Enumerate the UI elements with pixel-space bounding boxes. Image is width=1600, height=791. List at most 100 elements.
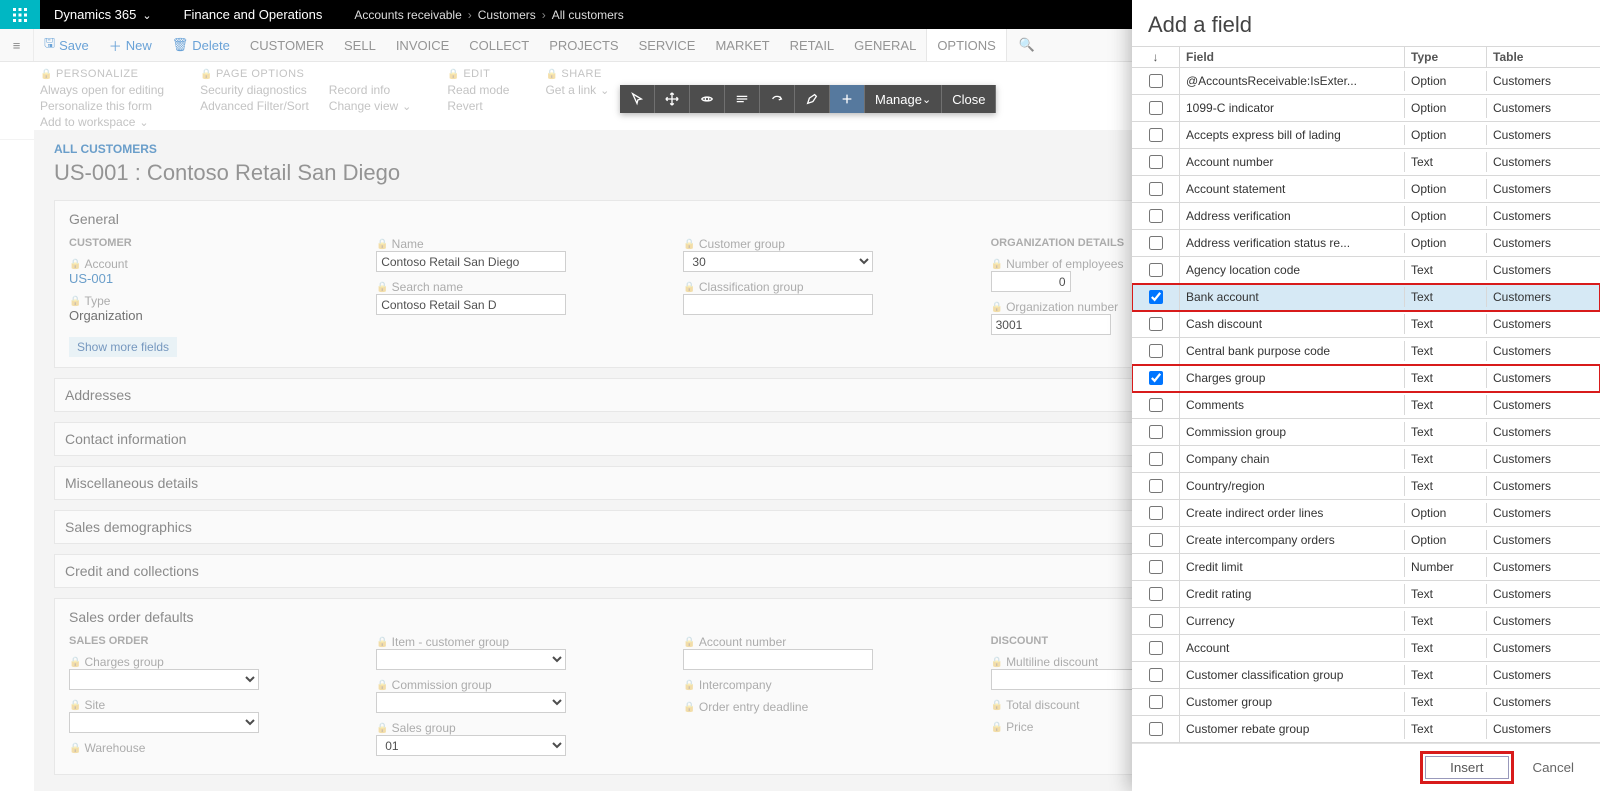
grid-row[interactable]: Country/regionTextCustomers [1132,473,1600,500]
grid-row[interactable]: Create intercompany ordersOptionCustomer… [1132,527,1600,554]
grid-row[interactable]: AccountTextCustomers [1132,635,1600,662]
row-checkbox[interactable] [1149,101,1163,115]
row-field: Cash discount [1180,314,1405,334]
col-table[interactable]: Table [1487,47,1600,67]
row-table: Customers [1487,179,1600,199]
grid-row[interactable]: Bank accountTextCustomers [1132,284,1600,311]
grid-row[interactable]: Customer groupTextCustomers [1132,689,1600,716]
row-table: Customers [1487,341,1600,361]
grid-row[interactable]: Account statementOptionCustomers [1132,176,1600,203]
grid-row[interactable]: Agency location codeTextCustomers [1132,257,1600,284]
row-type: Text [1405,368,1487,388]
row-table: Customers [1487,449,1600,469]
row-checkbox[interactable] [1149,290,1163,304]
row-checkbox[interactable] [1149,587,1163,601]
insert-button[interactable]: Insert [1425,756,1508,779]
row-checkbox[interactable] [1149,668,1163,682]
cancel-button[interactable]: Cancel [1523,754,1585,781]
row-type: Text [1405,638,1487,658]
row-checkbox[interactable] [1149,560,1163,574]
grid-row[interactable]: Account numberTextCustomers [1132,149,1600,176]
row-field: Address verification [1180,206,1405,226]
row-checkbox[interactable] [1149,506,1163,520]
row-table: Customers [1487,665,1600,685]
grid-header: ↓ Field Type Table [1132,46,1600,68]
row-table: Customers [1487,476,1600,496]
row-checkbox[interactable] [1149,452,1163,466]
row-checkbox[interactable] [1149,425,1163,439]
row-checkbox[interactable] [1149,344,1163,358]
row-checkbox[interactable] [1149,479,1163,493]
row-type: Text [1405,719,1487,739]
grid-row[interactable]: Customer rebate groupTextCustomers [1132,716,1600,743]
row-checkbox[interactable] [1149,236,1163,250]
grid-row[interactable]: CurrencyTextCustomers [1132,608,1600,635]
row-checkbox[interactable] [1149,533,1163,547]
row-checkbox[interactable] [1149,263,1163,277]
row-checkbox[interactable] [1149,641,1163,655]
row-field: Account statement [1180,179,1405,199]
row-checkbox[interactable] [1149,398,1163,412]
grid-row[interactable]: Accepts express bill of ladingOptionCust… [1132,122,1600,149]
grid-row[interactable]: Address verification status re...OptionC… [1132,230,1600,257]
row-checkbox[interactable] [1149,128,1163,142]
row-checkbox[interactable] [1149,722,1163,736]
row-type: Option [1405,71,1487,91]
grid-row[interactable]: @AccountsReceivable:IsExter...OptionCust… [1132,68,1600,95]
row-type: Text [1405,152,1487,172]
row-type: Option [1405,206,1487,226]
row-table: Customers [1487,71,1600,91]
row-checkbox[interactable] [1149,209,1163,223]
grid-body[interactable]: @AccountsReceivable:IsExter...OptionCust… [1132,68,1600,743]
row-table: Customers [1487,287,1600,307]
grid-row[interactable]: Charges groupTextCustomers [1132,365,1600,392]
module-label[interactable]: Finance and Operations [166,7,341,22]
grid-row[interactable]: Company chainTextCustomers [1132,446,1600,473]
row-table: Customers [1487,314,1600,334]
grid-row[interactable]: Create indirect order linesOptionCustome… [1132,500,1600,527]
row-checkbox[interactable] [1149,371,1163,385]
breadcrumb: Accounts receivable› Customers› All cust… [340,8,637,22]
brand-menu[interactable]: Dynamics 365 ⌄ [40,7,166,22]
grid-row[interactable]: Cash discountTextCustomers [1132,311,1600,338]
row-field: Country/region [1180,476,1405,496]
flyout-title: Add a field [1132,0,1600,46]
sort-arrow-icon[interactable]: ↓ [1132,47,1180,67]
row-checkbox[interactable] [1149,317,1163,331]
grid-row[interactable]: Credit limitNumberCustomers [1132,554,1600,581]
row-field: Comments [1180,395,1405,415]
row-table: Customers [1487,98,1600,118]
grid-row[interactable]: Customer classification groupTextCustome… [1132,662,1600,689]
row-table: Customers [1487,206,1600,226]
row-type: Option [1405,125,1487,145]
grid-row[interactable]: 1099-C indicatorOptionCustomers [1132,95,1600,122]
col-field[interactable]: Field [1180,47,1405,67]
row-checkbox[interactable] [1149,695,1163,709]
crumb-3[interactable]: All customers [552,8,624,22]
row-table: Customers [1487,692,1600,712]
row-checkbox[interactable] [1149,182,1163,196]
waffle-icon[interactable] [0,0,40,29]
row-type: Option [1405,233,1487,253]
row-checkbox[interactable] [1149,614,1163,628]
crumb-1[interactable]: Accounts receivable [354,8,461,22]
row-type: Text [1405,584,1487,604]
col-type[interactable]: Type [1405,47,1487,67]
grid-row[interactable]: Address verificationOptionCustomers [1132,203,1600,230]
row-checkbox[interactable] [1149,74,1163,88]
row-field: Customer group [1180,692,1405,712]
row-table: Customers [1487,611,1600,631]
grid-row[interactable]: Commission groupTextCustomers [1132,419,1600,446]
grid-row[interactable]: CommentsTextCustomers [1132,392,1600,419]
row-type: Option [1405,98,1487,118]
brand-label: Dynamics 365 [54,7,136,22]
row-table: Customers [1487,260,1600,280]
row-type: Text [1405,260,1487,280]
crumb-2[interactable]: Customers [478,8,536,22]
row-field: Credit limit [1180,557,1405,577]
row-field: Account number [1180,152,1405,172]
grid-row[interactable]: Credit ratingTextCustomers [1132,581,1600,608]
grid-row[interactable]: Central bank purpose codeTextCustomers [1132,338,1600,365]
row-checkbox[interactable] [1149,155,1163,169]
row-field: Customer rebate group [1180,719,1405,739]
